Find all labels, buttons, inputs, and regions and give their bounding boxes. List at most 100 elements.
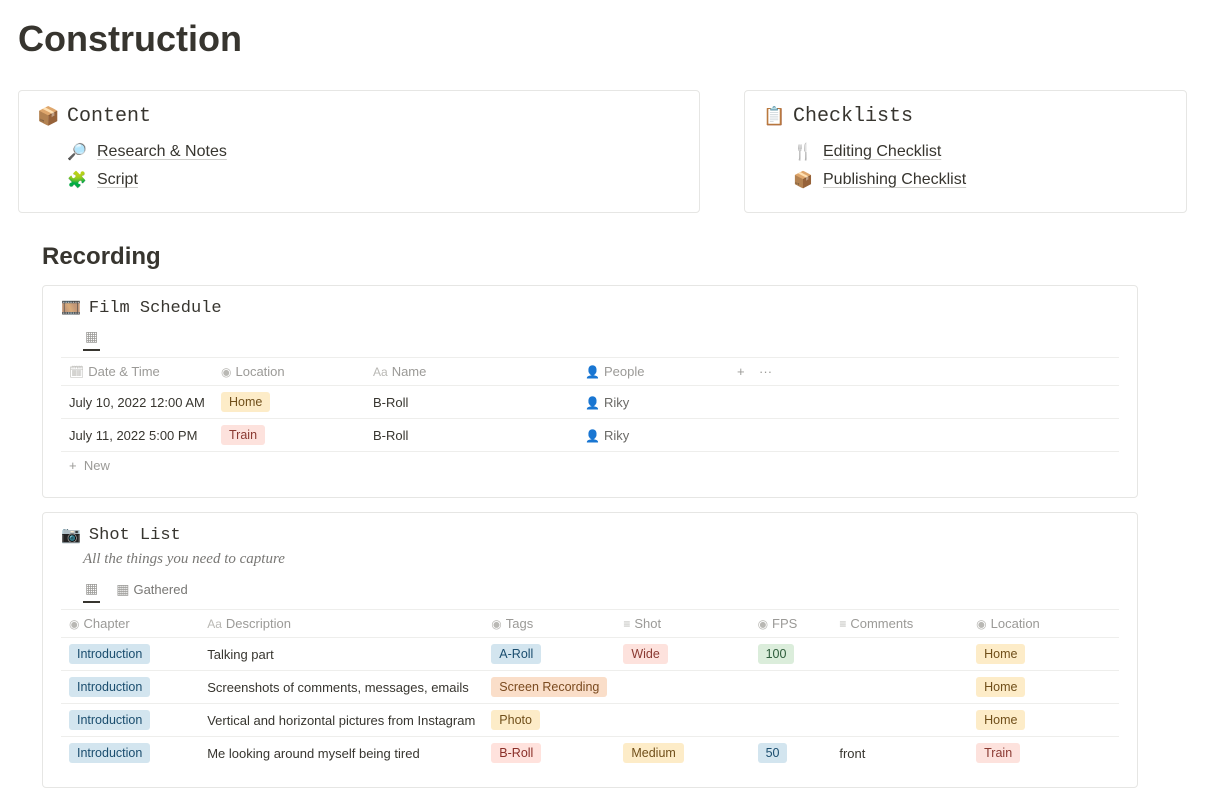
add-row-button[interactable]: + New [61, 451, 1119, 479]
content-link-research[interactable]: 🔎 Research & Notes [37, 138, 681, 166]
cell-comments[interactable] [831, 671, 968, 704]
col-name[interactable]: AaName [365, 358, 577, 386]
col-location[interactable]: ◉Location [968, 610, 1103, 638]
checklist-link-publishing[interactable]: 📦 Publishing Checklist [763, 166, 1168, 194]
table-icon: ▦ [85, 328, 98, 345]
cell-location[interactable]: Train [968, 737, 1103, 770]
cell-chapter[interactable]: Introduction [61, 638, 199, 671]
cell-chapter[interactable]: Introduction [61, 704, 199, 737]
col-people[interactable]: 👤People [577, 358, 729, 386]
content-link-script[interactable]: 🧩 Script [37, 166, 681, 194]
table-icon: ▦ [116, 581, 129, 598]
cell-description[interactable]: Screenshots of comments, messages, email… [199, 671, 483, 704]
cell-people[interactable]: 👤Riky [577, 419, 729, 452]
cell-tags[interactable]: Screen Recording [483, 671, 615, 704]
cell-fps[interactable]: 50 [750, 737, 832, 770]
cell-chapter[interactable]: Introduction [61, 737, 199, 770]
cell-location[interactable]: Train [213, 419, 365, 452]
cell-fps[interactable] [750, 704, 832, 737]
select-icon: ◉ [758, 617, 768, 631]
content-link-label: Script [97, 171, 138, 189]
shot-list-table: ◉Chapter AaDescription ◉Tags ≡Shot ◉FPS … [61, 609, 1119, 769]
person-icon: 👤 [585, 429, 600, 443]
cell-shot[interactable] [615, 704, 749, 737]
utensils-icon: 🍴 [793, 142, 813, 162]
col-date[interactable]: 🗓Date & Time [61, 358, 213, 386]
content-card-title: Content [67, 105, 151, 128]
tab-default-view[interactable]: ▦ [83, 576, 100, 603]
cell-location[interactable]: Home [968, 671, 1103, 704]
cell-fps[interactable]: 100 [750, 638, 832, 671]
cell-name[interactable]: B-Roll [365, 419, 577, 452]
select-icon: ◉ [491, 617, 501, 631]
checklist-link-label: Publishing Checklist [823, 171, 966, 189]
tab-label: Gathered [133, 582, 187, 597]
checklists-card-title: Checklists [793, 105, 913, 128]
cell-location[interactable]: Home [213, 386, 365, 419]
puzzle-icon: 🧩 [67, 170, 87, 190]
cell-comments[interactable]: front [831, 737, 968, 770]
tab-default-view[interactable]: ▦ [83, 324, 100, 351]
clipboard-icon: 📋 [763, 106, 785, 127]
recording-heading: Recording [42, 243, 1187, 271]
cell-chapter[interactable]: Introduction [61, 671, 199, 704]
table-row[interactable]: IntroductionScreenshots of comments, mes… [61, 671, 1119, 704]
cell-location[interactable]: Home [968, 704, 1103, 737]
content-link-label: Research & Notes [97, 143, 227, 161]
cell-description[interactable]: Talking part [199, 638, 483, 671]
film-icon: 🎞️ [61, 298, 81, 318]
cell-description[interactable]: Me looking around myself being tired [199, 737, 483, 770]
col-comments[interactable]: ≡Comments [831, 610, 968, 638]
cell-comments[interactable] [831, 638, 968, 671]
package-icon: 📦 [37, 106, 59, 127]
text-icon: Aa [373, 365, 388, 379]
shot-list-title: Shot List [89, 526, 181, 545]
table-row[interactable]: IntroductionMe looking around myself bei… [61, 737, 1119, 770]
cell-comments[interactable] [831, 704, 968, 737]
table-icon: ▦ [85, 580, 98, 597]
select-icon: ◉ [221, 365, 231, 379]
camera-icon: 📷 [61, 525, 81, 545]
table-row[interactable]: July 11, 2022 5:00 PMTrainB-Roll👤Riky [61, 419, 1119, 452]
col-description[interactable]: AaDescription [199, 610, 483, 638]
film-schedule-title: Film Schedule [89, 299, 222, 318]
table-row[interactable]: July 10, 2022 12:00 AMHomeB-Roll👤Riky [61, 386, 1119, 419]
shot-list-subtitle: All the things you need to capture [83, 551, 1119, 568]
cell-date[interactable]: July 10, 2022 12:00 AM [61, 386, 213, 419]
list-icon: ≡ [623, 617, 630, 631]
select-icon: ◉ [976, 617, 986, 631]
film-schedule-db: 🎞️ Film Schedule ▦ 🗓Date & Time ◉Locatio… [42, 285, 1138, 498]
col-shot[interactable]: ≡Shot [615, 610, 749, 638]
cell-people[interactable]: 👤Riky [577, 386, 729, 419]
col-fps[interactable]: ◉FPS [750, 610, 832, 638]
checklists-card: 📋 Checklists 🍴 Editing Checklist 📦 Publi… [744, 90, 1187, 213]
film-schedule-table: 🗓Date & Time ◉Location AaName 👤People + … [61, 357, 1119, 451]
col-chapter[interactable]: ◉Chapter [61, 610, 199, 638]
add-column-button[interactable]: + [737, 364, 745, 379]
more-columns-button[interactable]: ··· [759, 364, 772, 379]
checklist-link-editing[interactable]: 🍴 Editing Checklist [763, 138, 1168, 166]
col-tags[interactable]: ◉Tags [483, 610, 615, 638]
cell-description[interactable]: Vertical and horizontal pictures from In… [199, 704, 483, 737]
cell-shot[interactable]: Wide [615, 638, 749, 671]
cell-shot[interactable] [615, 671, 749, 704]
page-title: Construction [18, 18, 1187, 60]
cell-fps[interactable] [750, 671, 832, 704]
calendar-icon: 🗓 [69, 365, 84, 379]
table-row[interactable]: IntroductionVertical and horizontal pict… [61, 704, 1119, 737]
text-icon: Aa [207, 617, 222, 631]
person-icon: 👤 [585, 396, 600, 410]
cell-tags[interactable]: Photo [483, 704, 615, 737]
cell-shot[interactable]: Medium [615, 737, 749, 770]
col-location[interactable]: ◉Location [213, 358, 365, 386]
table-row[interactable]: IntroductionTalking partA-RollWide100 Hom… [61, 638, 1119, 671]
tab-gathered[interactable]: ▦ Gathered [114, 577, 189, 602]
shot-list-db: 📷 Shot List All the things you need to c… [42, 512, 1138, 788]
select-icon: ◉ [69, 617, 79, 631]
cell-date[interactable]: July 11, 2022 5:00 PM [61, 419, 213, 452]
cell-name[interactable]: B-Roll [365, 386, 577, 419]
cell-tags[interactable]: A-Roll [483, 638, 615, 671]
package-icon: 📦 [793, 170, 813, 190]
cell-location[interactable]: Home [968, 638, 1103, 671]
cell-tags[interactable]: B-Roll [483, 737, 615, 770]
